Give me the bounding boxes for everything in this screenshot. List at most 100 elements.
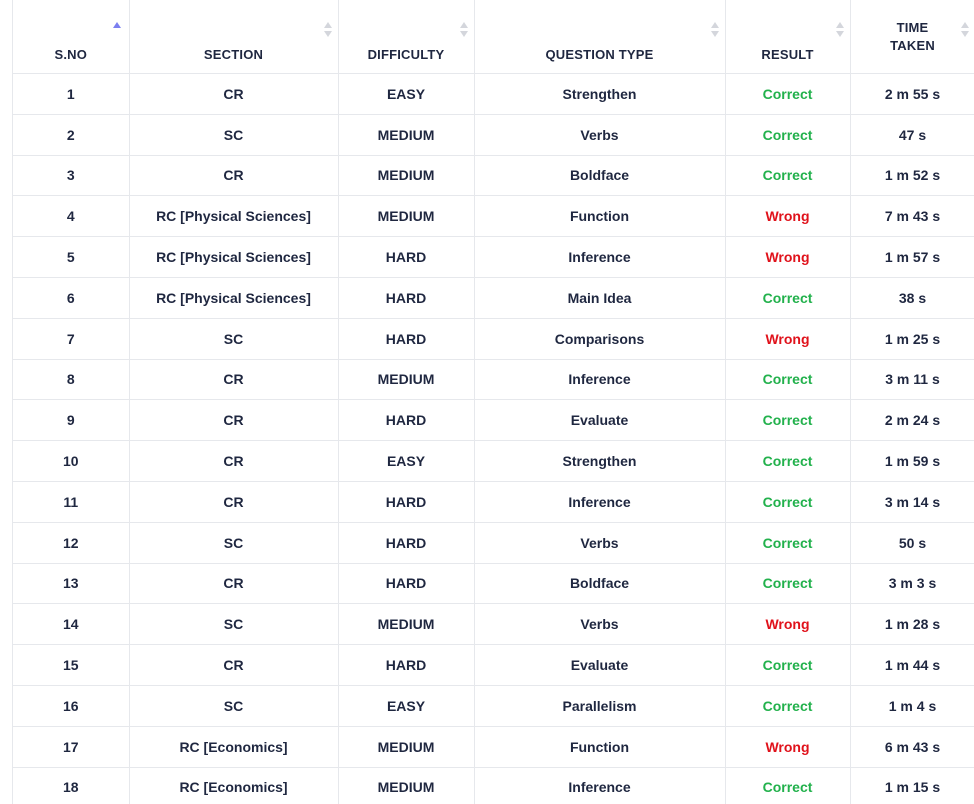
cell-result: Correct xyxy=(725,155,851,197)
cell-question-type: Evaluate xyxy=(474,399,726,442)
column-header-label: QUESTION TYPE xyxy=(545,47,654,62)
cell-difficulty: HARD xyxy=(338,522,475,564)
cell-result: Wrong xyxy=(725,726,851,768)
cell-result: Correct xyxy=(725,767,851,804)
cell-section: CR xyxy=(129,155,339,197)
cell-section: SC xyxy=(129,318,339,360)
cell-result: Correct xyxy=(725,399,851,442)
table-row: 3 CR MEDIUM Boldface Correct 1 m 52 s xyxy=(13,155,974,197)
sort-icon[interactable] xyxy=(960,22,969,38)
cell-sno: 17 xyxy=(13,726,130,768)
cell-section: CR xyxy=(129,481,339,523)
cell-time-taken: 47 s xyxy=(850,114,974,156)
cell-difficulty: HARD xyxy=(338,318,475,360)
cell-section: CR xyxy=(129,359,339,401)
column-header-section[interactable]: SECTION xyxy=(129,0,339,74)
table-row: 4 RC [Physical Sciences] MEDIUM Function Wro… xyxy=(13,195,974,238)
cell-section: SC xyxy=(129,603,339,646)
column-header-label: DIFFICULTY xyxy=(367,47,445,62)
cell-question-type: Verbs xyxy=(474,114,726,156)
column-header-result[interactable]: RESULT xyxy=(725,0,851,74)
cell-difficulty: MEDIUM xyxy=(338,155,475,197)
cell-section: SC xyxy=(129,522,339,564)
column-header-label: TIME xyxy=(896,19,929,35)
cell-time-taken: 6 m 43 s xyxy=(850,726,974,768)
cell-sno: 8 xyxy=(13,359,130,401)
cell-sno: 10 xyxy=(13,440,130,482)
sort-icon[interactable] xyxy=(459,22,468,38)
cell-sno: 4 xyxy=(13,195,130,238)
cell-result: Correct xyxy=(725,114,851,156)
table-row: 8 CR MEDIUM Inference Correct 3 m 11 s xyxy=(13,359,974,401)
cell-question-type: Verbs xyxy=(474,603,726,646)
cell-question-type: Verbs xyxy=(474,522,726,564)
cell-time-taken: 3 m 14 s xyxy=(850,481,974,523)
cell-difficulty: EASY xyxy=(338,440,475,482)
column-header-label: TAKEN xyxy=(890,37,935,53)
sort-ascending-icon[interactable] xyxy=(112,22,121,38)
cell-sno: 6 xyxy=(13,277,130,319)
cell-time-taken: 1 m 28 s xyxy=(850,603,974,646)
cell-difficulty: HARD xyxy=(338,277,475,319)
cell-sno: 9 xyxy=(13,399,130,442)
column-header-question-type[interactable]: QUESTION TYPE xyxy=(474,0,726,74)
cell-time-taken: 50 s xyxy=(850,522,974,564)
column-header-label: SECTION xyxy=(203,47,264,62)
table-header-row: S.NO SECTION DIFFICULTY QUESTION TYPE RE… xyxy=(13,0,974,74)
cell-question-type: Boldface xyxy=(474,155,726,197)
cell-result: Correct xyxy=(725,563,851,605)
cell-time-taken: 38 s xyxy=(850,277,974,319)
cell-question-type: Main Idea xyxy=(474,277,726,319)
cell-difficulty: HARD xyxy=(338,644,475,686)
column-header-label: RESULT xyxy=(761,47,814,62)
cell-time-taken: 1 m 59 s xyxy=(850,440,974,482)
cell-question-type: Function xyxy=(474,726,726,768)
column-header-time-taken[interactable]: TIME TAKEN xyxy=(850,0,974,74)
cell-question-type: Inference xyxy=(474,481,726,523)
cell-sno: 15 xyxy=(13,644,130,686)
cell-difficulty: MEDIUM xyxy=(338,603,475,646)
table-row: 14 SC MEDIUM Verbs Wrong 1 m 28 s xyxy=(13,603,974,646)
cell-section: RC [Physical Sciences] xyxy=(129,236,339,278)
table-row: 16 SC EASY Parallelism Correct 1 m 4 s xyxy=(13,685,974,727)
cell-time-taken: 1 m 25 s xyxy=(850,318,974,360)
cell-question-type: Boldface xyxy=(474,563,726,605)
cell-result: Correct xyxy=(725,522,851,564)
cell-time-taken: 1 m 52 s xyxy=(850,155,974,197)
table-row: 5 RC [Physical Sciences] HARD Inference Wron… xyxy=(13,236,974,278)
cell-section: CR xyxy=(129,73,339,115)
cell-time-taken: 1 m 57 s xyxy=(850,236,974,278)
cell-result: Wrong xyxy=(725,318,851,360)
cell-result: Correct xyxy=(725,685,851,727)
cell-time-taken: 3 m 3 s xyxy=(850,563,974,605)
cell-difficulty: EASY xyxy=(338,685,475,727)
column-header-sno[interactable]: S.NO xyxy=(13,0,130,74)
cell-section: RC [Physical Sciences] xyxy=(129,195,339,238)
cell-question-type: Comparisons xyxy=(474,318,726,360)
cell-sno: 18 xyxy=(13,767,130,804)
cell-question-type: Strengthen xyxy=(474,73,726,115)
cell-result: Correct xyxy=(725,277,851,319)
cell-difficulty: MEDIUM xyxy=(338,726,475,768)
cell-sno: 2 xyxy=(13,114,130,156)
cell-time-taken: 7 m 43 s xyxy=(850,195,974,238)
sort-icon[interactable] xyxy=(710,22,719,38)
sort-icon[interactable] xyxy=(835,22,844,38)
cell-time-taken: 2 m 55 s xyxy=(850,73,974,115)
cell-result: Correct xyxy=(725,644,851,686)
sort-icon[interactable] xyxy=(323,22,332,38)
cell-difficulty: HARD xyxy=(338,563,475,605)
cell-question-type: Inference xyxy=(474,236,726,278)
cell-section: SC xyxy=(129,114,339,156)
cell-section: CR xyxy=(129,563,339,605)
cell-sno: 5 xyxy=(13,236,130,278)
cell-sno: 12 xyxy=(13,522,130,564)
table-row: 10 CR EASY Strengthen Correct 1 m 59 s xyxy=(13,440,974,482)
column-header-label: S.NO xyxy=(54,47,88,62)
table-row: 17 RC [Economics] MEDIUM Function Wrong 6 m 4… xyxy=(13,726,974,768)
cell-difficulty: MEDIUM xyxy=(338,114,475,156)
column-header-difficulty[interactable]: DIFFICULTY xyxy=(338,0,475,74)
cell-question-type: Inference xyxy=(474,767,726,804)
cell-difficulty: HARD xyxy=(338,399,475,442)
table-body: 1 CR EASY Strengthen Correct 2 m 55 s 2 SC MEDIU… xyxy=(13,73,974,804)
